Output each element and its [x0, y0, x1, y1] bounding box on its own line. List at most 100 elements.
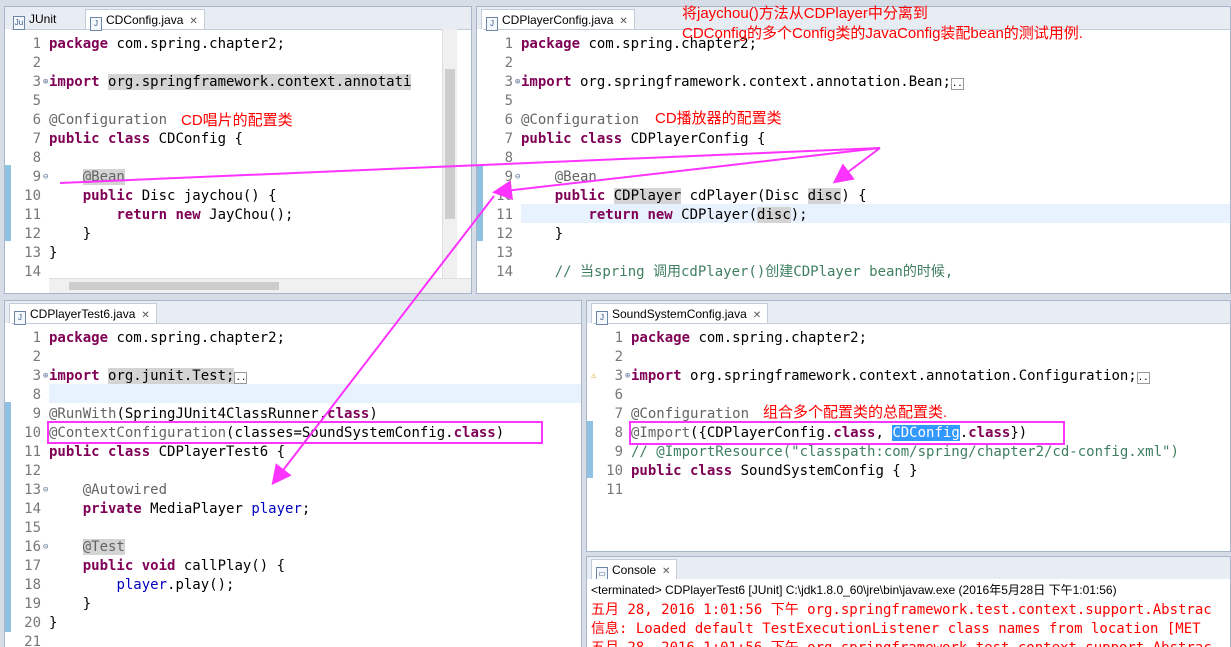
fold-collapse-icon[interactable]: ⊖ — [43, 538, 48, 557]
close-icon[interactable]: ✕ — [662, 566, 670, 577]
code-line: public class SoundSystemConfig { } — [631, 463, 918, 479]
code-line: public Disc jaychou() { — [82, 188, 277, 204]
line-number: 10 — [606, 463, 623, 479]
top-note-line1: 将jaychou()方法从CDPlayer中分离到 — [682, 5, 928, 22]
code-line: } — [49, 226, 92, 242]
line-number: 3 — [504, 74, 513, 90]
line-number: 18 — [24, 577, 41, 593]
close-icon[interactable]: ✕ — [619, 16, 627, 27]
soundsystem-tabbar: J SoundSystemConfig.java ✕ — [587, 301, 1230, 325]
code-line: // 当spring 调用cdPlayer()创建CDPlayer bean的时… — [554, 264, 954, 280]
code-line: @Test — [82, 539, 125, 555]
tab-cdconfig[interactable]: J CDConfig.java ✕ — [85, 9, 205, 31]
close-icon[interactable]: ✕ — [189, 16, 197, 27]
test-tabbar: J CDPlayerTest6.java ✕ — [5, 301, 581, 325]
code-line: import org.junit.Test;.. — [49, 368, 248, 384]
code-area[interactable]: package com.spring.chapter2; import org.… — [49, 323, 581, 647]
code-line: } — [521, 226, 564, 242]
fold-expand-icon[interactable]: ⊕ — [515, 73, 520, 92]
code-line: import org.springframework.context.annot… — [49, 74, 412, 90]
code-line: public class CDPlayerTest6 { — [49, 444, 286, 460]
code-line: @Bean — [554, 169, 597, 185]
line-number: 21 — [24, 634, 41, 647]
line-number: 8 — [504, 150, 513, 166]
line-number: 15 — [24, 520, 41, 536]
line-number: 1 — [32, 36, 41, 52]
line-number: 13 — [24, 245, 41, 261]
import-highlight-box — [629, 421, 1065, 445]
cdplayertest6-editor: J CDPlayerTest6.java ✕ 1 2 3 ⊕ 8 9 10 11 1… — [4, 300, 582, 647]
code-line: public class CDPlayerConfig { — [521, 131, 766, 147]
code-line: return new JayChou(); — [116, 207, 294, 223]
code-line: @Configuration — [521, 112, 640, 128]
line-number: 12 — [24, 463, 41, 479]
fold-collapse-icon[interactable]: ⊖ — [515, 168, 520, 187]
line-number: 2 — [32, 349, 41, 365]
code-line: return new CDPlayer(disc); — [588, 207, 808, 223]
horizontal-scrollbar[interactable] — [49, 278, 471, 293]
line-number: 5 — [504, 93, 513, 109]
soundsystem-note: 组合多个配置类的总配置类. — [763, 404, 948, 421]
line-number: 1 — [32, 330, 41, 346]
line-number: 10 — [24, 425, 41, 441]
close-icon[interactable]: ✕ — [141, 310, 149, 321]
line-number: 7 — [614, 406, 623, 422]
cdplayerconfig-editor: J CDPlayerConfig.java ✕ 1 2 3 ⊕ 5 6 7 8 9 … — [476, 6, 1231, 294]
line-number: 6 — [32, 112, 41, 128]
line-number: 9 — [32, 406, 41, 422]
code-line: import org.springframework.context.annot… — [521, 74, 964, 90]
line-number: 13 — [24, 482, 41, 498]
line-number: 10 — [24, 188, 41, 204]
console-tabbar: ▭ Console ✕ — [587, 557, 1230, 581]
code-line: public class CDConfig { — [49, 131, 243, 147]
tab-console[interactable]: ▭ Console ✕ — [591, 559, 678, 581]
code-line: } — [49, 245, 58, 261]
line-number: 8 — [614, 425, 623, 441]
code-line: package com.spring.chapter2; — [49, 330, 286, 346]
line-number: 17 — [24, 558, 41, 574]
line-number: 1 — [614, 330, 623, 346]
cdconfig-note: CD唱片的配置类 — [181, 112, 293, 129]
vertical-scrollbar[interactable] — [442, 29, 457, 279]
code-area[interactable]: package com.spring.chapter2; import org.… — [521, 29, 1230, 293]
line-number: 8 — [32, 387, 41, 403]
code-line: package com.spring.chapter2; — [49, 36, 286, 52]
line-number: 11 — [496, 207, 513, 223]
junit-icon: Ju — [13, 16, 25, 30]
code-area[interactable]: package com.spring.chapter2; import org.… — [49, 29, 471, 293]
line-number: 11 — [24, 444, 41, 460]
line-number: 2 — [504, 55, 513, 71]
close-icon[interactable]: ✕ — [753, 310, 761, 321]
line-number: 14 — [496, 264, 513, 280]
line-number: 11 — [24, 207, 41, 223]
cdconfig-editor: Ju JUnit J CDConfig.java ✕ 1 2 3 ⊕ 5 6 7 8 … — [4, 6, 472, 294]
line-number: 9 — [504, 169, 513, 185]
soundsystemconfig-editor: J SoundSystemConfig.java ✕ 1 2 3 ⚠ ⊕ 6 7 8… — [586, 300, 1231, 552]
tab-soundsystemconfig[interactable]: J SoundSystemConfig.java ✕ — [591, 303, 769, 325]
line-number: 10 — [496, 188, 513, 204]
line-number: 14 — [24, 501, 41, 517]
code-line: public void callPlay() { — [82, 558, 286, 574]
line-number: 5 — [32, 93, 41, 109]
code-line: private MediaPlayer player; — [82, 501, 311, 517]
console-line: 信息: Loaded default TestExecutionListener… — [591, 621, 1201, 637]
line-number: 12 — [24, 226, 41, 242]
fold-expand-icon[interactable]: ⊕ — [43, 367, 48, 386]
tab-cdplayerconfig[interactable]: J CDPlayerConfig.java ✕ — [481, 9, 635, 31]
line-number: 3 — [614, 368, 623, 384]
tab-cdplayertest6[interactable]: J CDPlayerTest6.java ✕ — [9, 303, 157, 325]
line-number: 8 — [32, 150, 41, 166]
fold-expand-icon[interactable]: ⊕ — [625, 367, 630, 386]
tab-junit[interactable]: Ju JUnit — [9, 9, 62, 30]
line-number: 7 — [504, 131, 513, 147]
line-number: 20 — [24, 615, 41, 631]
top-note-line2: CDConfig的多个Config类的JavaConfig装配bean的测试用例… — [682, 25, 1083, 42]
fold-collapse-icon[interactable]: ⊖ — [43, 481, 48, 500]
line-number: 2 — [32, 55, 41, 71]
line-number: 1 — [504, 36, 513, 52]
fold-collapse-icon[interactable]: ⊖ — [43, 168, 48, 187]
warning-icon[interactable]: ⚠ — [591, 367, 596, 386]
code-line: @Bean — [82, 169, 125, 185]
fold-expand-icon[interactable]: ⊕ — [43, 73, 48, 92]
code-line: package com.spring.chapter2; — [631, 330, 868, 346]
